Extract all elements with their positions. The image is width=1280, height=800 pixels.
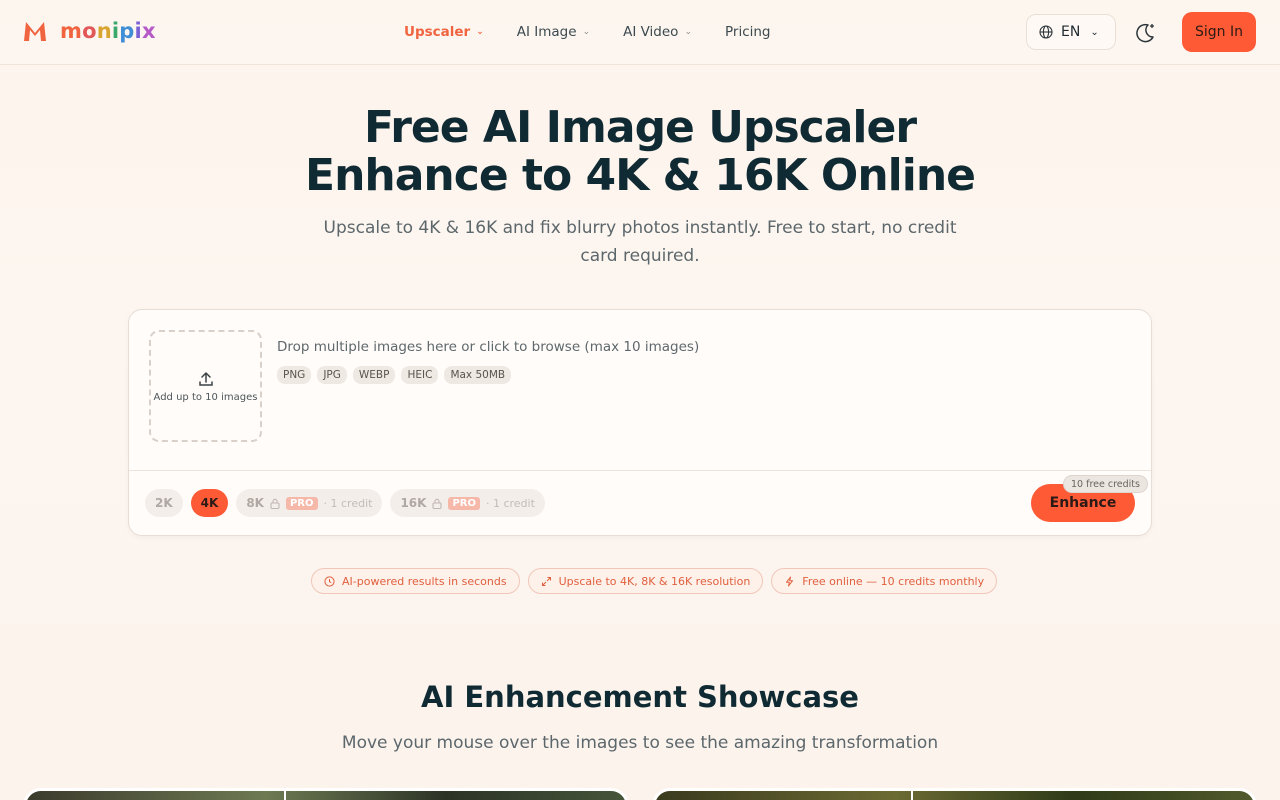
resolution-option-2k[interactable]: 2K [145,489,183,517]
feature-pill: Upscale to 4K, 8K & 16K resolution [527,568,764,594]
sign-in-button[interactable]: Sign In [1182,12,1256,52]
bolt-icon [786,576,794,586]
chevron-down-icon: ⌄ [582,27,591,37]
credit-cost: · 1 credit [485,496,535,510]
resolution-label: 8K [246,496,264,510]
resolution-option-4k[interactable]: 4K [190,489,229,517]
nav-label: AI Video [623,24,679,40]
hero-title-line1: Free AI Image Upscaler [363,102,917,153]
pro-badge: PRO [448,496,480,510]
nav-item-upscaler[interactable]: Upscaler ⌄ [404,24,484,40]
resolution-selector: 2K 4K 8K PRO · 1 credit 16K PRO · 1 cred… [145,489,545,517]
logo-letter: o [82,19,97,43]
resolution-label: 4K [200,496,219,510]
logo-text: monipix [60,19,156,43]
hero-title-line2: Enhance to 4K & 16K Online [305,150,976,201]
logo-letter: m [60,19,83,43]
nav-item-pricing[interactable]: Pricing [725,24,771,40]
nav-label: AI Image [516,24,577,40]
nav-item-ai-video[interactable]: AI Video ⌄ [623,24,692,40]
comparison-divider[interactable] [284,791,286,800]
hero-subtitle: Upscale to 4K & 16K and fix blurry photo… [323,218,957,266]
main-nav: Upscaler ⌄ AI Image ⌄ AI Video ⌄ Pricing [404,0,804,64]
logo-letter: n [96,19,112,43]
image-dropzone[interactable]: Add up to 10 images [149,330,262,442]
showcase-title: AI Enhancement Showcase [421,680,859,714]
resolution-option-8k[interactable]: 8K PRO · 1 credit [236,489,383,517]
logo[interactable]: monipix [22,19,156,43]
format-tag: HEIC [401,366,439,384]
logo-letter: x [141,19,156,43]
upload-card: Add up to 10 images Drop multiple images… [128,309,1152,536]
card-divider [129,470,1151,471]
format-tag: Max 50MB [444,366,512,384]
theme-toggle-moon-icon[interactable] [1132,20,1158,46]
lock-icon [270,498,280,509]
logo-letter: p [119,19,135,43]
chevron-down-icon: ⌄ [476,27,484,37]
pro-badge: PRO [285,496,318,510]
resolution-label: 16K [400,496,427,510]
feature-label: Free online — 10 credits monthly [802,574,985,588]
comparison-divider[interactable] [911,791,913,800]
globe-icon [1039,25,1053,39]
format-tags: PNG JPG WEBP HEIC Max 50MB [277,366,512,384]
showcase-subtitle: Move your mouse over the images to see t… [341,733,939,753]
format-tag: PNG [277,366,312,384]
chevron-down-icon: ⌄ [684,27,692,37]
feature-label: Upscale to 4K, 8K & 16K resolution [558,574,751,588]
logo-letter: i [111,19,120,43]
feature-pill: Free online — 10 credits monthly [771,568,998,594]
nav-item-ai-image[interactable]: AI Image ⌄ [517,24,590,40]
drop-instructions: Drop multiple images here or click to br… [277,339,700,355]
lock-icon [432,498,442,509]
feature-pill: AI-powered results in seconds [311,568,520,594]
logo-mark-icon [24,22,46,41]
clock-icon [324,575,335,587]
hero-title: Free AI Image Upscaler Enhance to 4K & 1… [0,104,1280,200]
site-header: monipix Upscaler ⌄ AI Image ⌄ AI Video ⌄… [0,0,1280,65]
free-credits-badge: 10 free credits [1063,475,1148,493]
format-tag: WEBP [352,366,396,384]
showcase-comparison-image[interactable] [23,788,629,800]
nav-label: Upscaler [404,24,471,40]
nav-label: Pricing [725,24,771,40]
upload-icon [198,371,213,386]
resolution-option-16k[interactable]: 16K PRO · 1 credit [390,489,545,517]
logo-letter: i [134,19,142,43]
chevron-down-icon: ⌄ [1090,26,1099,38]
language-label: EN [1061,24,1081,40]
dropzone-label: Add up to 10 images [153,391,258,403]
resolution-label: 2K [155,496,173,510]
credit-cost: · 1 credit [323,496,373,510]
format-tag: JPG [317,366,347,384]
feature-pills: AI-powered results in seconds Upscale to… [311,568,998,594]
language-selector[interactable]: EN ⌄ [1026,14,1116,50]
showcase-comparison-image[interactable] [652,788,1257,800]
feature-label: AI-powered results in seconds [342,574,507,588]
expand-icon [541,576,551,586]
